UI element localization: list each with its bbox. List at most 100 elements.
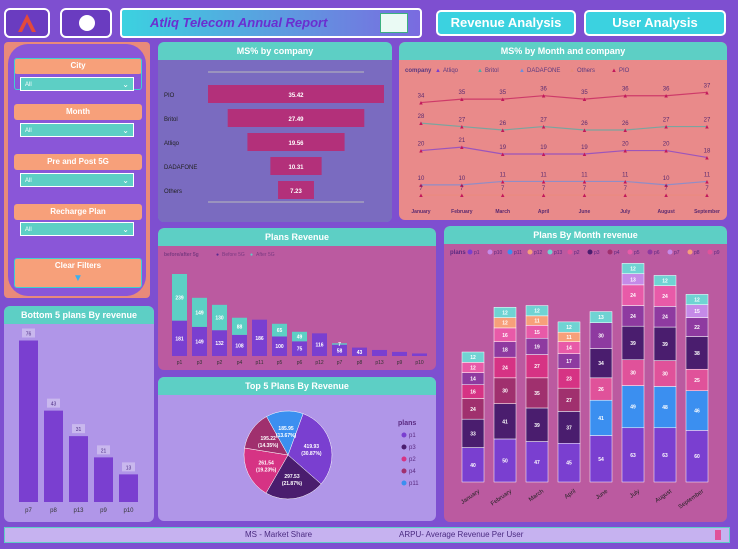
chevron-down-icon: ⌄ <box>122 80 129 89</box>
footer-marker <box>715 530 721 540</box>
user-analysis-button[interactable]: User Analysis <box>584 10 726 36</box>
point-marker: ▲ <box>704 193 710 199</box>
data-label: 149 <box>195 339 204 345</box>
city-filter-select[interactable]: All ⌄ <box>20 77 134 91</box>
data-label: 11 <box>581 172 588 178</box>
data-label: 37 <box>566 425 572 431</box>
legend-label: p3 <box>409 445 416 451</box>
clear-filters-button[interactable]: Clear Filters ▼ <box>14 258 142 288</box>
legend-label: PIO <box>619 68 630 74</box>
legend-marker: ▲ <box>611 68 617 74</box>
month-filter-label: Month <box>14 104 142 120</box>
revenue-analysis-button[interactable]: Revenue Analysis <box>436 10 576 36</box>
data-label: 116 <box>315 343 323 349</box>
data-label: 41 <box>502 419 508 425</box>
plan-filter-select[interactable]: All ⌄ <box>20 222 134 236</box>
data-label: 11 <box>540 172 547 178</box>
point-marker: ▲ <box>459 125 465 131</box>
point-marker: ▲ <box>581 128 587 134</box>
category-label: DADAFONE <box>164 165 197 171</box>
data-label: 7 <box>542 186 546 192</box>
tick-label: April <box>564 489 577 501</box>
data-label: 75 <box>297 347 303 353</box>
data-label: 63 <box>630 453 636 459</box>
data-label: 31 <box>76 427 82 433</box>
data-label: 132 <box>215 341 224 347</box>
data-label: 297.53 <box>284 474 300 480</box>
data-label: 12 <box>502 321 508 327</box>
legend-label: Atliqo <box>443 68 459 74</box>
data-label: 19 <box>581 145 588 151</box>
data-label: 7 <box>624 186 628 192</box>
tick-label: August <box>658 209 676 215</box>
data-label: 48 <box>662 405 668 411</box>
tick-label: p8 <box>50 508 57 514</box>
data-label: 35 <box>581 90 588 96</box>
legend-marker <box>401 456 407 462</box>
codebasics-logo-tile <box>60 8 112 38</box>
data-label: 27.49 <box>288 117 304 123</box>
legend-marker <box>401 444 407 450</box>
tick-label: February <box>451 209 473 215</box>
point-marker: ▲ <box>704 155 710 161</box>
legend-marker: ● <box>250 252 253 258</box>
data-label: 27 <box>663 118 670 124</box>
data-label: 12 <box>662 279 668 285</box>
data-label: 19.56 <box>288 141 304 147</box>
month-filter-select[interactable]: All ⌄ <box>20 123 134 137</box>
data-label: 7 <box>338 342 341 348</box>
data-label: 38 <box>694 351 700 357</box>
legend-label: p11 <box>409 481 419 487</box>
atliq-logo-icon <box>18 14 36 32</box>
data-label: 130 <box>215 316 224 322</box>
codebasics-logo-icon <box>79 15 95 31</box>
legend-marker <box>527 249 533 255</box>
chevron-down-icon: ⌄ <box>122 225 129 234</box>
tick-label: January <box>460 489 481 506</box>
point-marker: ▲ <box>418 101 424 107</box>
category-label: PIO <box>164 93 175 99</box>
data-label: 12 <box>502 310 508 316</box>
legend-label: p1 <box>409 433 416 439</box>
tick-label: p9 <box>397 360 403 366</box>
top5-chart: 419.93(30.87%) 297.53(21.87%) 261.54(19.23… <box>243 410 419 500</box>
report-title: Atliq Telecom Annual Report <box>150 15 328 30</box>
legend-label: p12 <box>534 250 543 256</box>
tick-label: February <box>490 489 513 508</box>
data-label: 16 <box>502 333 508 339</box>
point-marker: ▲ <box>663 94 669 100</box>
legend-label: p4 <box>614 250 620 256</box>
legend-label: p13 <box>554 250 563 256</box>
tick-label: August <box>654 489 673 505</box>
data-label: 19 <box>499 145 506 151</box>
data-label: 100 <box>275 344 284 350</box>
data-label: 76 <box>26 332 32 338</box>
bar <box>69 436 88 502</box>
data-label: 30 <box>502 389 508 395</box>
tick-label: p7 <box>25 508 32 514</box>
telecom-icon <box>380 13 408 33</box>
data-label: 21 <box>459 138 466 144</box>
data-label: 18 <box>704 148 711 154</box>
legend-marker <box>487 249 493 255</box>
data-label: 239 <box>175 295 184 301</box>
data-label: 24 <box>630 314 636 320</box>
tick-label: p11 <box>256 360 264 366</box>
point-marker: ▲ <box>500 152 506 158</box>
point-marker: ▲ <box>418 193 424 199</box>
data-label: (21.87%) <box>282 481 303 487</box>
category-label: Britol <box>164 117 178 123</box>
legend-marker: ▲ <box>569 68 575 74</box>
bar <box>44 410 63 502</box>
prepost-filter-select[interactable]: All ⌄ <box>20 173 134 187</box>
data-label: 41 <box>598 416 604 422</box>
point-marker: ▲ <box>581 152 587 158</box>
point-marker: ▲ <box>541 193 547 199</box>
legend-marker: ● <box>216 252 219 258</box>
legend-marker <box>401 468 407 474</box>
data-label: 34 <box>418 94 425 100</box>
tick-label: p2 <box>217 360 223 366</box>
legend-marker <box>687 249 693 255</box>
data-label: 27 <box>566 398 572 404</box>
data-label: 20 <box>418 142 425 148</box>
